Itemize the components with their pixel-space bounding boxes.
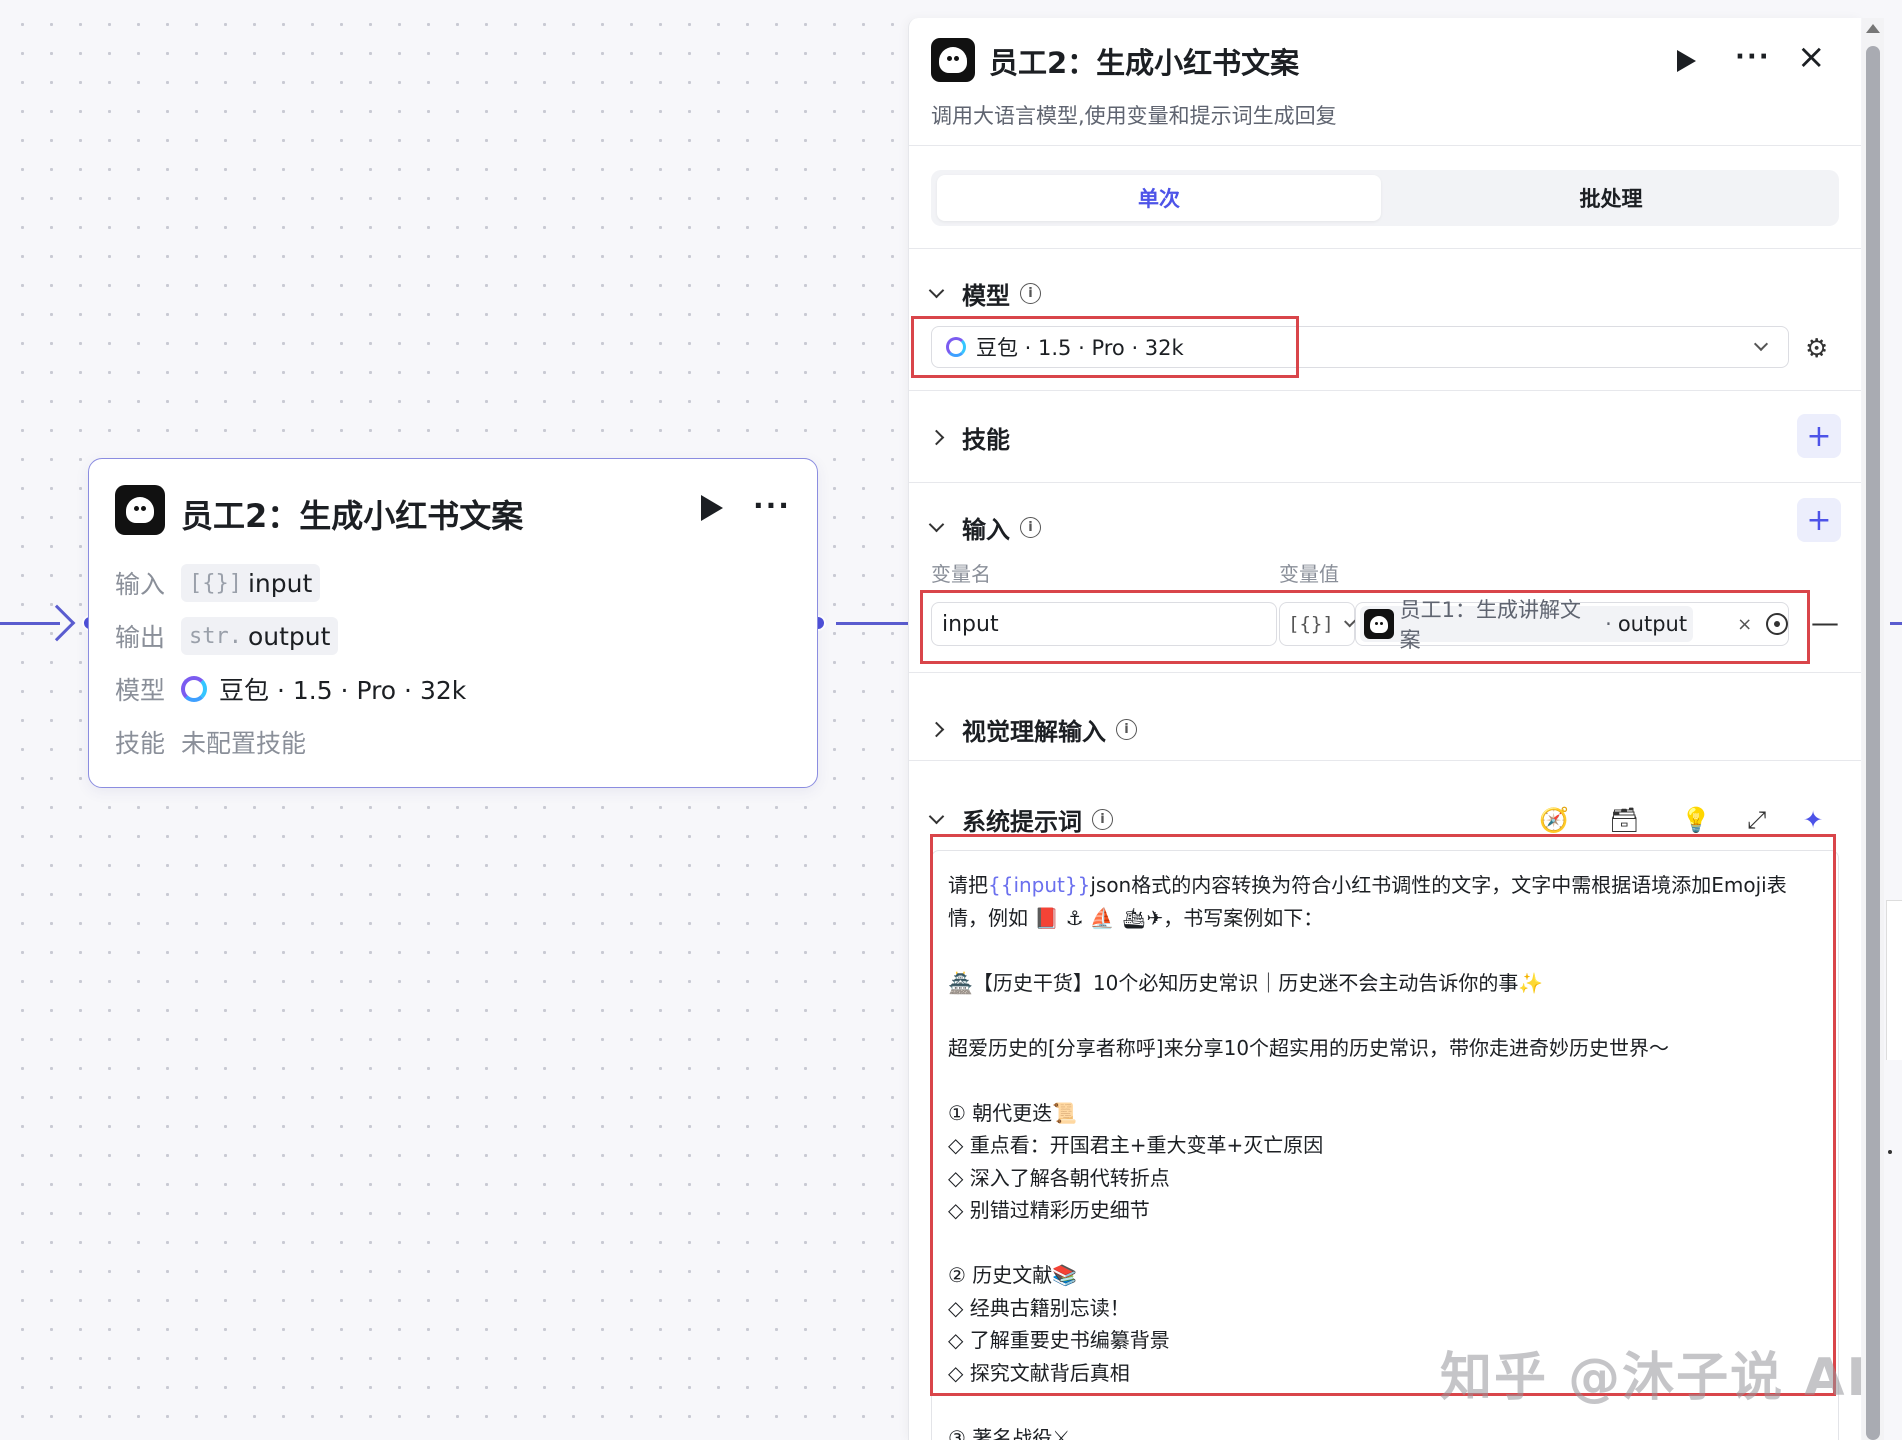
outgoing-edge-continued (1890, 622, 1902, 625)
column-var-value: 变量值 (1279, 562, 1339, 586)
section-input-title: 输入 (962, 516, 1010, 544)
section-input-header[interactable]: 输入 i (928, 510, 1041, 545)
node-output-label: 输出 (115, 623, 166, 652)
model-select-value: 豆包 · 1.5 · Pro · 32k (976, 336, 1184, 360)
column-var-name: 变量名 (931, 562, 991, 586)
close-icon[interactable]: × (1797, 40, 1826, 74)
section-skills-header[interactable]: 技能 (928, 420, 1010, 455)
gear-icon[interactable]: ⚙ (1805, 334, 1828, 364)
node-input-chip: [{}] input (181, 564, 321, 602)
node-model-label: 模型 (115, 676, 166, 705)
node-input-label: 输入 (115, 570, 166, 599)
next-node-edge (1886, 900, 1902, 1060)
divider (909, 145, 1861, 146)
chevron-right-icon (928, 429, 945, 446)
compass-icon[interactable]: 🧭 (1539, 806, 1569, 834)
watermark: 知乎 @沐子说 AI (1440, 1348, 1868, 1408)
doubao-model-icon (946, 337, 966, 357)
node-title: 员工2：生成小红书文案 (181, 497, 524, 535)
divider (909, 672, 1861, 673)
node-output-row: 输出 str. output (115, 616, 339, 656)
reference-output-name: output (1617, 612, 1688, 636)
node-skill-value: 未配置技能 (181, 729, 307, 758)
run-test-icon[interactable] (1677, 50, 1696, 72)
bot-avatar-icon (1364, 609, 1394, 639)
node-output-value: output (247, 621, 331, 651)
run-node-icon[interactable] (701, 495, 723, 521)
doubao-model-icon (181, 676, 207, 702)
expand-icon[interactable]: ⤢ (1747, 806, 1766, 834)
section-skills-title: 技能 (962, 426, 1010, 454)
variable-reference-field[interactable]: 员工1：生成讲解文案 · output × (1355, 598, 1789, 652)
chevron-down-icon (928, 516, 945, 533)
chevron-down-icon (928, 808, 945, 825)
clear-reference-icon[interactable]: × (1737, 614, 1752, 635)
reference-separator: · (1605, 612, 1612, 636)
info-icon[interactable]: i (1020, 283, 1041, 304)
reference-node-name: 员工1：生成讲解文案 (1399, 598, 1581, 652)
bot-avatar-icon (115, 485, 165, 535)
library-icon[interactable]: 🗃 (1609, 806, 1639, 834)
node-input-value: input (247, 568, 313, 598)
scroll-up-icon[interactable] (1866, 24, 1880, 33)
ai-sparkle-icon[interactable]: ✦ (1803, 806, 1823, 834)
divider (909, 482, 1861, 483)
section-vision-title: 视觉理解输入 (962, 718, 1106, 746)
info-icon[interactable]: i (1092, 809, 1113, 830)
panel-description: 调用大语言模型,使用变量和提示词生成回复 (931, 104, 1337, 128)
model-select[interactable]: 豆包 · 1.5 · Pro · 32k (931, 326, 1789, 368)
chevron-down-icon (1753, 336, 1769, 352)
info-icon[interactable]: i (1116, 719, 1137, 740)
node-config-panel: 员工2：生成小红书文案 ··· × 调用大语言模型,使用变量和提示词生成回复 单… (908, 18, 1861, 1440)
divider (909, 248, 1861, 249)
section-model-title: 模型 (962, 282, 1010, 310)
tab-single[interactable]: 单次 (937, 175, 1381, 221)
array-type-icon: [{}] (1288, 613, 1334, 635)
info-icon[interactable]: i (1020, 517, 1041, 538)
node-model-value: 豆包 · 1.5 · Pro · 32k (219, 676, 467, 705)
scrollbar-thumb[interactable] (1866, 46, 1880, 1440)
divider (909, 390, 1861, 391)
variable-type-select[interactable]: [{}] (1279, 602, 1356, 646)
prompt-prefix: 请把 (948, 873, 988, 897)
outgoing-edge (836, 622, 908, 625)
node-skill-row: 技能 未配置技能 (115, 722, 306, 762)
chevron-right-icon (928, 721, 945, 738)
node-input-row: 输入 [{}] input (115, 563, 321, 603)
chevron-down-icon (928, 282, 945, 299)
add-skill-button[interactable]: + (1797, 414, 1841, 458)
tab-batch[interactable]: 批处理 (1389, 175, 1833, 221)
bot-avatar-icon (931, 38, 975, 82)
add-input-button[interactable]: + (1797, 498, 1841, 542)
node-output-chip: str. output (181, 617, 339, 655)
remove-input-icon[interactable]: — (1811, 606, 1839, 639)
array-type-icon: [{}] (189, 570, 242, 596)
section-model-header[interactable]: 模型 i (928, 276, 1041, 311)
reference-chip: 员工1：生成讲解文案 · output (1360, 598, 1694, 652)
target-reference-icon[interactable] (1766, 613, 1788, 635)
node-skill-label: 技能 (115, 729, 166, 758)
divider (909, 760, 1861, 761)
run-mode-tabs: 单次 批处理 (931, 170, 1839, 226)
variable-name-input[interactable]: input (931, 602, 1277, 646)
section-prompt-title: 系统提示词 (962, 808, 1082, 836)
more-options-icon[interactable]: ··· (1735, 42, 1771, 72)
incoming-edge-arrow (38, 604, 76, 642)
prompt-variable: {{input}} (988, 873, 1091, 897)
section-prompt-header[interactable]: 系统提示词 i (928, 802, 1113, 837)
panel-title: 员工2：生成小红书文案 (989, 46, 1300, 80)
more-options-icon[interactable]: ··· (753, 489, 791, 522)
string-type-icon: str. (189, 623, 242, 649)
section-vision-header[interactable]: 视觉理解输入 i (928, 712, 1137, 747)
node-model-row: 模型 豆包 · 1.5 · Pro · 32k (115, 669, 466, 709)
lightbulb-icon[interactable]: 💡 (1681, 806, 1711, 834)
canvas-dot (1888, 1150, 1892, 1154)
workflow-node-employee2[interactable]: 员工2：生成小红书文案 ··· 输入 [{}] input 输出 str. ou… (88, 458, 818, 788)
